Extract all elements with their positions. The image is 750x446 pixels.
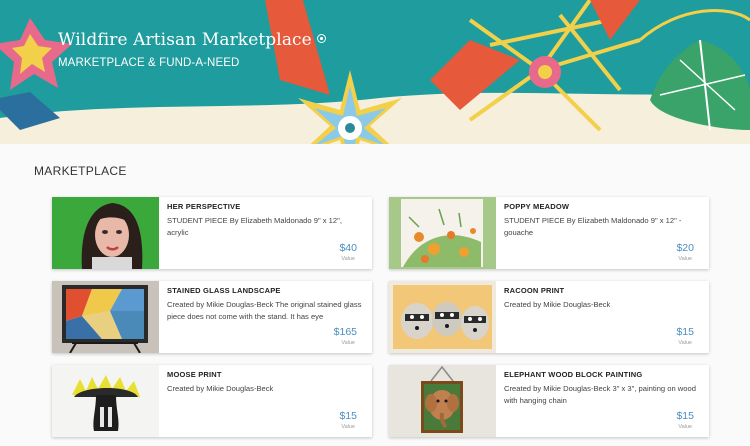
item-price: $15	[676, 410, 694, 422]
marketplace-subtitle: MARKETPLACE & FUND-A-NEED	[58, 57, 240, 69]
item-title[interactable]: HER PERSPECTIVE	[167, 202, 364, 211]
item-info: STAINED GLASS LANDSCAPE Created by Mikie…	[167, 286, 364, 322]
item-price: $165	[333, 326, 357, 338]
item-description: STUDENT PIECE By Elizabeth Maldonado 9" …	[504, 216, 682, 237]
item-value-label: Value	[341, 424, 355, 430]
item-description: Created by Mikie Douglas-Beck	[167, 384, 274, 393]
item-description: STUDENT PIECE By Elizabeth Maldonado 9" …	[167, 216, 342, 237]
marketplace-title-text: Wildfire Artisan Marketplace	[58, 30, 312, 50]
marketplace-title: Wildfire Artisan Marketplace	[58, 30, 326, 50]
item-card-elephant-wood-block-painting[interactable]: ELEPHANT WOOD BLOCK PAINTING Created by …	[389, 365, 709, 437]
item-info: HER PERSPECTIVE STUDENT PIECE By Elizabe…	[167, 202, 364, 238]
item-price: $40	[339, 242, 357, 254]
item-value-label: Value	[341, 256, 355, 262]
item-price: $15	[676, 326, 694, 338]
marketplace-section: MARKETPLACE HER PERSPECTIVE STUDENT PIEC…	[0, 144, 750, 446]
hero-banner: Wildfire Artisan Marketplace MARKETPLACE…	[0, 0, 750, 144]
item-image[interactable]	[389, 365, 496, 437]
item-title[interactable]: POPPY MEADOW	[504, 202, 701, 211]
item-info: MOOSE PRINT Created by Mikie Douglas-Bec…	[167, 370, 364, 406]
item-title[interactable]: STAINED GLASS LANDSCAPE	[167, 286, 364, 295]
item-description: Created by Mikie Douglas-Beck The origin…	[167, 300, 362, 321]
item-info: ELEPHANT WOOD BLOCK PAINTING Created by …	[504, 370, 701, 406]
item-card-poppy-meadow[interactable]: POPPY MEADOW STUDENT PIECE By Elizabeth …	[389, 197, 709, 269]
item-info: RACOON PRINT Created by Mikie Douglas-Be…	[504, 286, 701, 322]
item-info: POPPY MEADOW STUDENT PIECE By Elizabeth …	[504, 202, 701, 238]
item-price: $20	[676, 242, 694, 254]
item-title[interactable]: MOOSE PRINT	[167, 370, 364, 379]
item-card-moose-print[interactable]: MOOSE PRINT Created by Mikie Douglas-Bec…	[52, 365, 372, 437]
item-image[interactable]	[389, 281, 496, 353]
item-value-label: Value	[341, 340, 355, 346]
item-value-label: Value	[678, 256, 692, 262]
item-title[interactable]: RACOON PRINT	[504, 286, 701, 295]
item-description: Created by Mikie Douglas-Beck 3" x 3", p…	[504, 384, 696, 405]
section-heading: MARKETPLACE	[34, 164, 127, 178]
item-card-her-perspective[interactable]: HER PERSPECTIVE STUDENT PIECE By Elizabe…	[52, 197, 372, 269]
item-value-label: Value	[678, 424, 692, 430]
item-price: $15	[339, 410, 357, 422]
item-value-label: Value	[678, 340, 692, 346]
banner-artwork	[0, 0, 750, 144]
info-circle-icon[interactable]	[316, 34, 326, 43]
item-card-stained-glass-landscape[interactable]: STAINED GLASS LANDSCAPE Created by Mikie…	[52, 281, 372, 353]
item-card-racoon-print[interactable]: RACOON PRINT Created by Mikie Douglas-Be…	[389, 281, 709, 353]
item-title[interactable]: ELEPHANT WOOD BLOCK PAINTING	[504, 370, 701, 379]
item-description: Created by Mikie Douglas-Beck	[504, 300, 611, 309]
item-image[interactable]	[52, 281, 159, 353]
item-image[interactable]	[52, 197, 159, 269]
item-image[interactable]	[52, 365, 159, 437]
item-image[interactable]	[389, 197, 496, 269]
